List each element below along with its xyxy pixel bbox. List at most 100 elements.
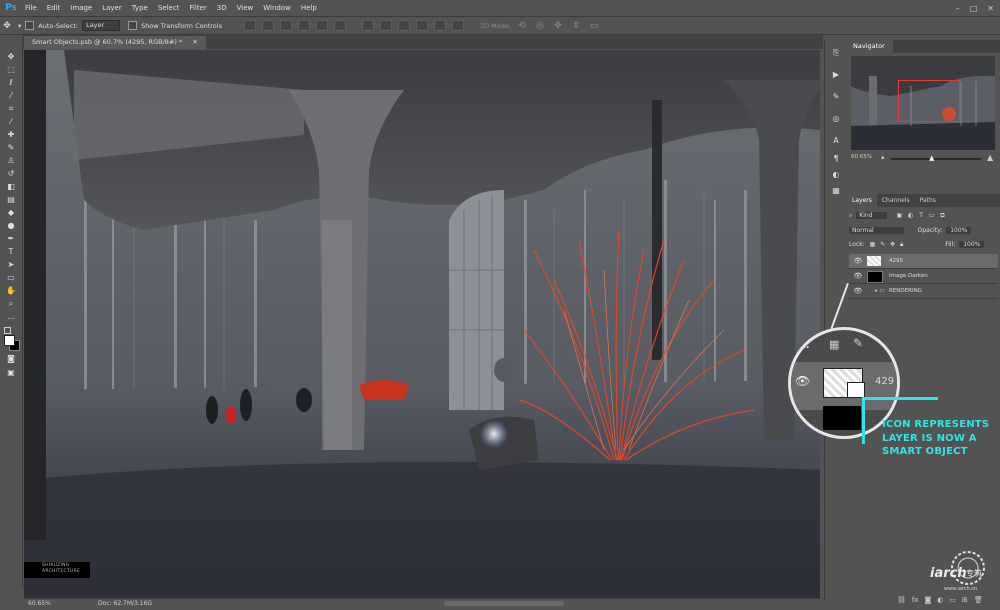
zoom-level[interactable]: 60.65% <box>28 600 51 607</box>
paragraph-panel-icon[interactable]: ¶ <box>831 154 841 164</box>
filter-type-icon[interactable]: T <box>919 212 923 219</box>
color-panel-icon[interactable]: ◐ <box>831 170 841 180</box>
history-panel-icon[interactable]: ⎘ <box>831 48 841 58</box>
menu-layer[interactable]: Layer <box>97 0 127 16</box>
auto-select-checkbox[interactable] <box>25 21 35 30</box>
clone-stamp-tool-icon[interactable]: ♙ <box>5 156 17 166</box>
align-left-icon[interactable] <box>297 20 310 31</box>
menu-3d[interactable]: 3D <box>212 0 232 16</box>
align-top-icon[interactable] <box>243 20 256 31</box>
chevron-down-icon[interactable]: ▾ <box>18 22 21 30</box>
tab-channels[interactable]: Channels <box>877 194 915 207</box>
3d-slide-icon[interactable]: ⇕ <box>569 20 583 32</box>
horizontal-scrollbar[interactable] <box>444 601 564 606</box>
lasso-tool-icon[interactable]: ℓ <box>5 78 17 88</box>
fx-icon[interactable]: fx <box>912 596 919 604</box>
layer-row-rendering[interactable]: 👁︎ ▸ ▭ RENDERING <box>849 284 998 299</box>
pen-tool-icon[interactable]: ✒ <box>5 234 17 244</box>
fill-value[interactable]: 100% <box>959 241 985 248</box>
close-button[interactable]: ✕ <box>987 4 994 13</box>
maximize-button[interactable]: □ <box>970 4 978 13</box>
navigator-zoom-value[interactable]: 60.65% <box>851 154 872 160</box>
3d-pan-icon[interactable]: ✥ <box>551 20 565 32</box>
filter-smart-icon[interactable]: ⧉ <box>940 212 944 219</box>
auto-select-dropdown[interactable]: Layer <box>82 20 121 31</box>
link-icon[interactable]: ⛓︎ <box>897 596 906 604</box>
screen-mode-icon[interactable]: ▣ <box>5 368 17 378</box>
filter-pixel-icon[interactable]: ▣ <box>896 212 902 219</box>
navigator-tab[interactable]: Navigator <box>847 40 893 53</box>
clone-source-icon[interactable]: ◎ <box>831 114 841 124</box>
filter-adjust-icon[interactable]: ◐ <box>908 212 913 219</box>
3d-scale-icon[interactable]: ▭ <box>587 20 601 32</box>
lock-move-icon[interactable]: ✥ <box>890 241 895 248</box>
move-tool-icon[interactable]: ✥ <box>0 20 14 32</box>
dodge-tool-icon[interactable]: ● <box>5 221 17 231</box>
opacity-value[interactable]: 100% <box>946 227 972 234</box>
align-vcenter-icon[interactable] <box>261 20 274 31</box>
zoom-slider-handle[interactable]: ▲ <box>929 154 934 162</box>
distribute-right-icon[interactable] <box>451 20 464 31</box>
menu-window[interactable]: Window <box>258 0 296 16</box>
zoom-slider[interactable] <box>891 158 981 160</box>
shape-tool-icon[interactable]: ▭ <box>5 273 17 283</box>
menu-type[interactable]: Type <box>127 0 153 16</box>
distribute-top-icon[interactable] <box>361 20 374 31</box>
hand-tool-icon[interactable]: ✋ <box>5 286 17 296</box>
distribute-vcenter-icon[interactable] <box>379 20 392 31</box>
align-bottom-icon[interactable] <box>279 20 292 31</box>
quick-mask-icon[interactable]: ◙ <box>5 354 17 364</box>
menu-file[interactable]: File <box>20 0 42 16</box>
show-transform-checkbox[interactable] <box>128 21 138 30</box>
align-right-icon[interactable] <box>333 20 346 31</box>
layer-row-image-darken[interactable]: 👁︎ Image Darken <box>849 269 998 284</box>
lock-transparent-icon[interactable]: ▦ <box>870 241 876 248</box>
marquee-tool-icon[interactable]: ⬚ <box>5 65 17 75</box>
distribute-left-icon[interactable] <box>415 20 428 31</box>
eraser-tool-icon[interactable]: ◧ <box>5 182 17 192</box>
layer-filter-kind[interactable]: Kind <box>856 212 887 219</box>
eyedropper-tool-icon[interactable]: ⁄ <box>5 117 17 127</box>
tab-paths[interactable]: Paths <box>915 194 941 207</box>
gradient-tool-icon[interactable]: ▤ <box>5 195 17 205</box>
character-panel-icon[interactable]: A <box>831 136 841 146</box>
blur-tool-icon[interactable]: ◆ <box>5 208 17 218</box>
actions-panel-icon[interactable]: ▶ <box>831 70 841 80</box>
default-colors-icon[interactable] <box>4 327 11 334</box>
swatches-panel-icon[interactable]: ▦ <box>831 186 841 196</box>
quick-select-tool-icon[interactable]: ⁄ <box>5 91 17 101</box>
layer-row-smart-object[interactable]: 👁︎ 4295 <box>849 254 998 269</box>
healing-brush-tool-icon[interactable]: ✚ <box>5 130 17 140</box>
minimize-button[interactable]: – <box>956 4 960 13</box>
foreground-color-swatch[interactable] <box>4 335 15 346</box>
brush-panel-icon[interactable]: ✎ <box>831 92 841 102</box>
menu-filter[interactable]: Filter <box>184 0 211 16</box>
eye-icon[interactable]: 👁︎ <box>853 254 863 268</box>
tab-layers[interactable]: Layers <box>847 194 877 207</box>
menu-view[interactable]: View <box>232 0 259 16</box>
zoom-in-icon[interactable]: ▲ <box>987 153 993 162</box>
document-tab[interactable]: Smart Objects.psb @ 60.7% (4295, RGB/8#)… <box>24 36 206 49</box>
brush-tool-icon[interactable]: ✎ <box>5 143 17 153</box>
blend-mode-dropdown[interactable]: Normal <box>849 227 904 234</box>
menu-image[interactable]: Image <box>65 0 97 16</box>
menu-help[interactable]: Help <box>296 0 322 16</box>
distribute-hcenter-icon[interactable] <box>433 20 446 31</box>
3d-rotate-icon[interactable]: ⟲ <box>515 20 529 32</box>
lock-brush-icon[interactable]: ✎ <box>880 241 885 248</box>
filter-shape-icon[interactable]: ▭ <box>929 212 935 219</box>
navigator-view-box[interactable] <box>898 80 960 122</box>
document-size[interactable]: Doc: 62.7M/3.16G <box>98 600 152 607</box>
more-tools-icon[interactable]: … <box>5 312 17 322</box>
menu-edit[interactable]: Edit <box>42 0 66 16</box>
zoom-out-icon[interactable]: ▴ <box>881 153 885 161</box>
navigator-thumbnail[interactable] <box>851 56 995 150</box>
path-select-tool-icon[interactable]: ➤ <box>5 260 17 270</box>
eye-icon[interactable]: 👁︎ <box>853 284 863 298</box>
crop-tool-icon[interactable]: ⌗ <box>5 104 17 114</box>
eye-icon[interactable]: 👁︎ <box>853 269 863 283</box>
distribute-bottom-icon[interactable] <box>397 20 410 31</box>
menu-select[interactable]: Select <box>153 0 185 16</box>
document-canvas[interactable]: SHIKUZING ARCHITECTURE <box>24 50 820 598</box>
type-tool-icon[interactable]: T <box>5 247 17 257</box>
